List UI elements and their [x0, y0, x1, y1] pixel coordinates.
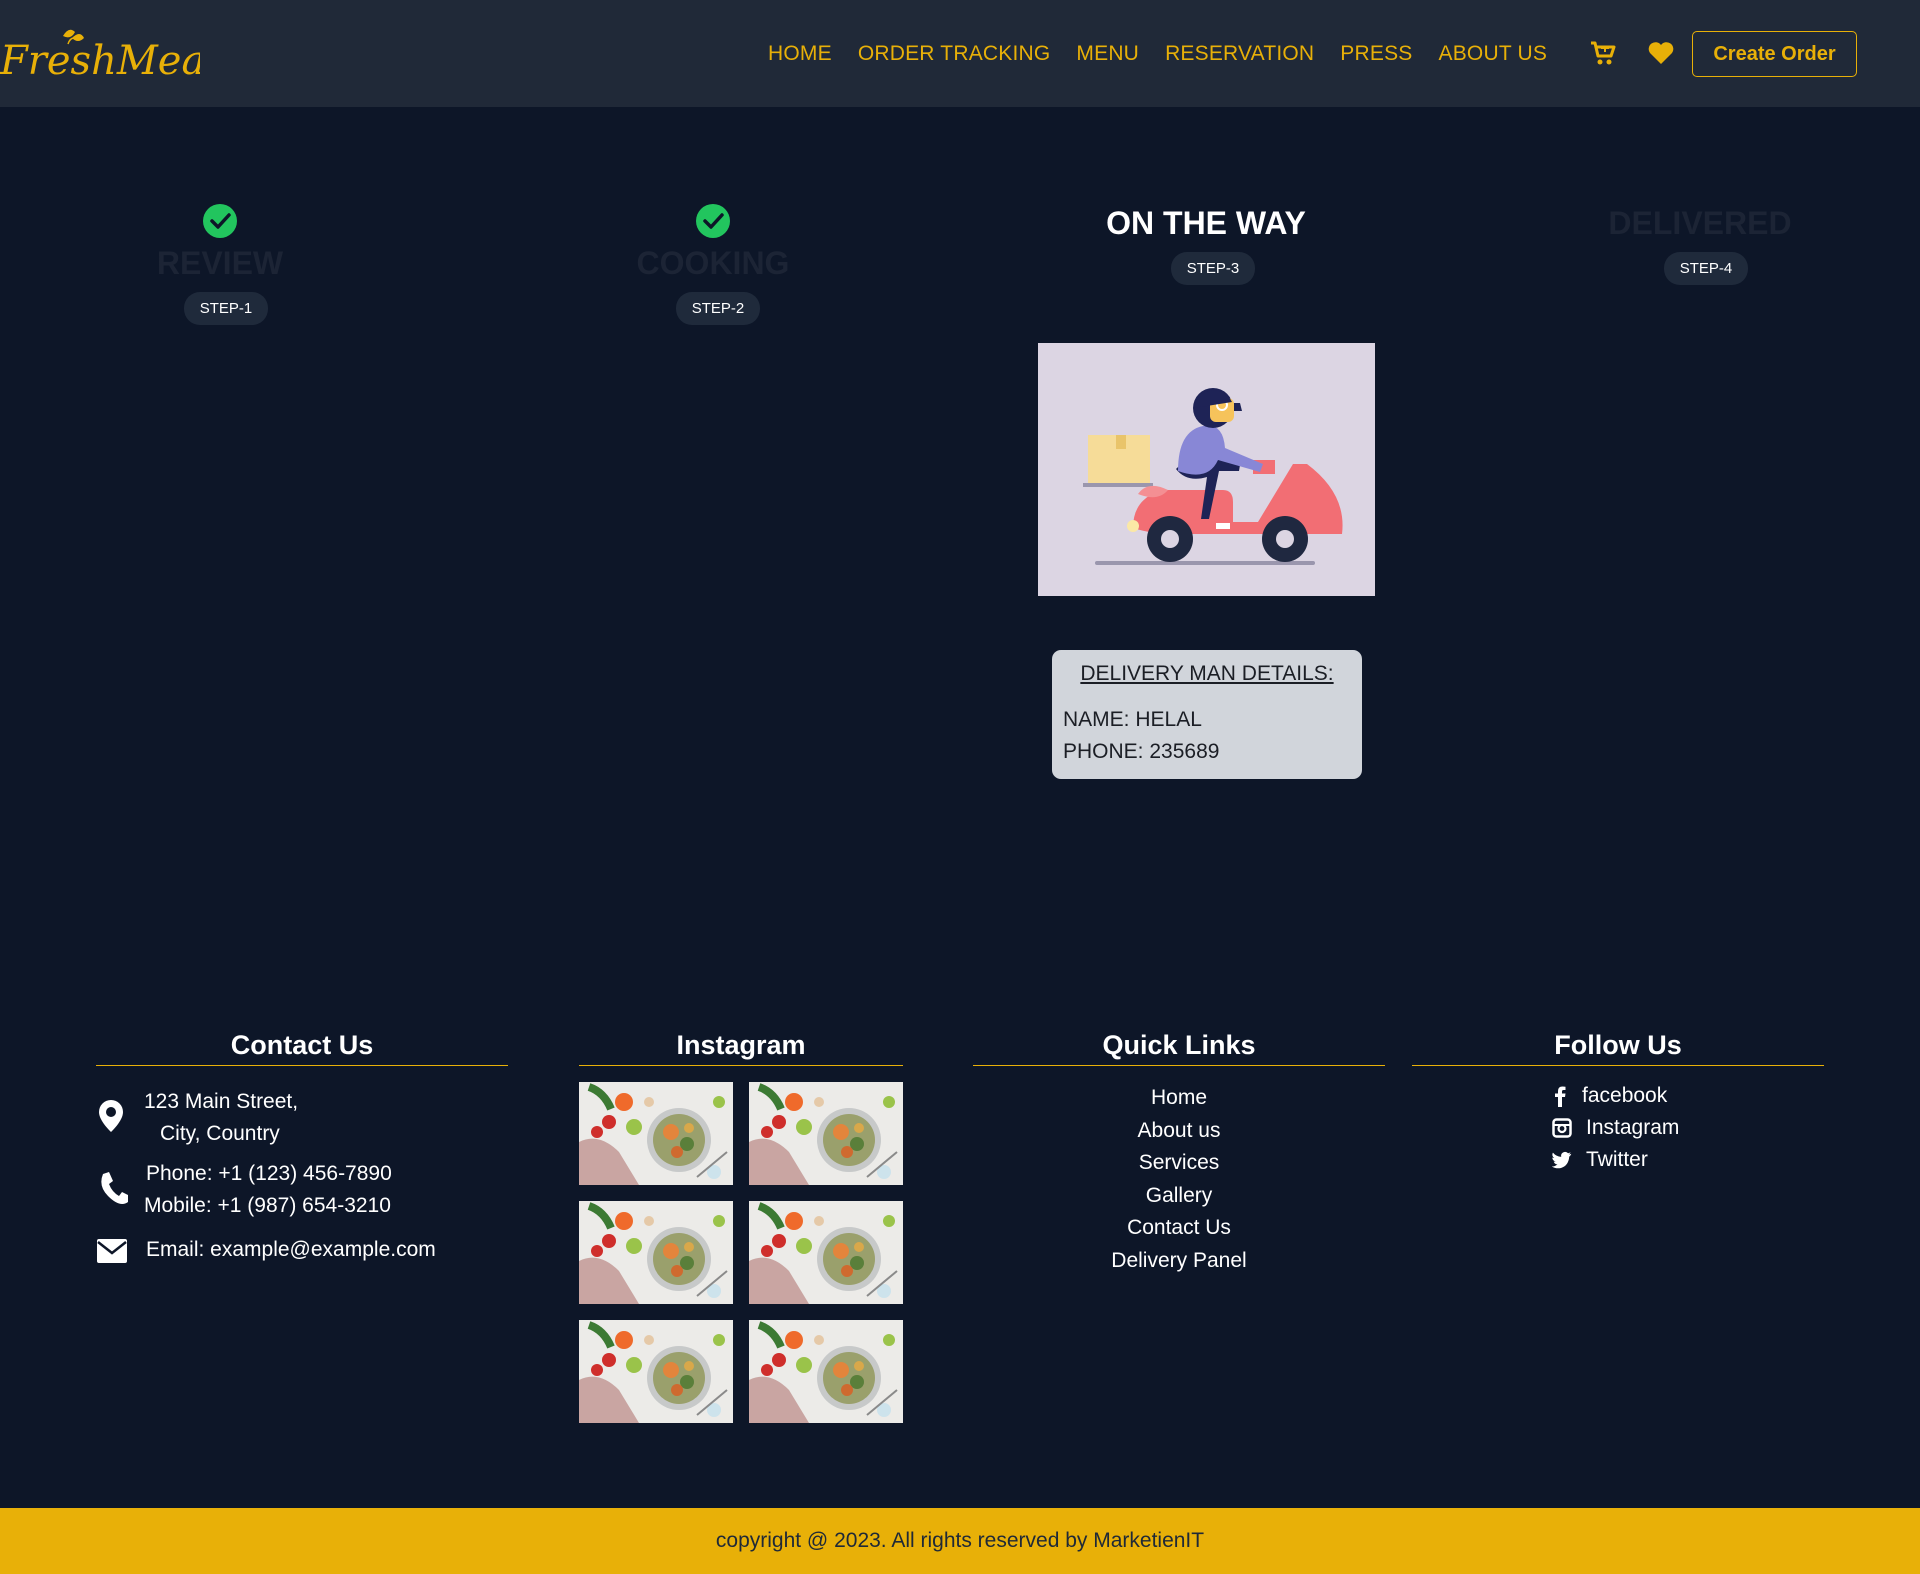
- copyright-bar: copyright @ 2023. All rights reserved by…: [0, 1508, 1920, 1574]
- contact-address: 123 Main Street, City, Country: [96, 1086, 298, 1150]
- delivery-man-name: NAME: HELAL: [1063, 708, 1202, 731]
- check-circle-icon: [203, 204, 237, 238]
- instagram-photo[interactable]: [749, 1201, 903, 1304]
- follow-twitter[interactable]: Twitter: [1552, 1148, 1648, 1172]
- instagram-photo[interactable]: [579, 1320, 733, 1423]
- main-nav: HOME ORDER TRACKING MENU RESERVATION PRE…: [768, 0, 1547, 107]
- instagram-photo[interactable]: [579, 1082, 733, 1185]
- step-title: DELIVERED: [1608, 205, 1792, 241]
- facebook-label: facebook: [1582, 1084, 1668, 1107]
- twitter-label: Twitter: [1586, 1148, 1648, 1171]
- delivery-man-details: DELIVERY MAN DETAILS: NAME: HELAL PHONE:…: [1052, 650, 1362, 779]
- step-title: COOKING: [636, 245, 790, 281]
- delivery-man-phone: PHONE: 235689: [1063, 740, 1220, 763]
- instagram-heading: Instagram: [579, 1030, 903, 1066]
- facebook-icon: [1555, 1086, 1566, 1107]
- svg-text:FreshMeal: FreshMeal: [0, 38, 200, 84]
- twitter-icon: [1552, 1151, 1572, 1169]
- quick-link-contact-us[interactable]: Contact Us: [973, 1212, 1385, 1245]
- step-badge: STEP-2: [675, 292, 761, 325]
- footer-contact: Contact Us: [96, 1030, 508, 1066]
- quick-link-home[interactable]: Home: [973, 1082, 1385, 1115]
- nav-menu[interactable]: MENU: [1076, 42, 1139, 66]
- quick-link-delivery-panel[interactable]: Delivery Panel: [973, 1245, 1385, 1278]
- step-badge: STEP-3: [1170, 252, 1256, 285]
- step-badge: STEP-4: [1663, 252, 1749, 285]
- instagram-photo[interactable]: [749, 1320, 903, 1423]
- nav-home[interactable]: HOME: [768, 42, 832, 66]
- contact-phone: Phone: +1 (123) 456-7890: [146, 1162, 392, 1185]
- delivery-scooter-illustration: [1038, 343, 1375, 596]
- address-line1: 123 Main Street,: [144, 1090, 299, 1113]
- nav-press[interactable]: PRESS: [1340, 42, 1412, 66]
- email-text: Email: example@example.com: [146, 1238, 436, 1261]
- freshmeal-logo[interactable]: FreshMeal: [0, 24, 200, 84]
- contact-heading: Contact Us: [96, 1030, 508, 1066]
- nav-about-us[interactable]: ABOUT US: [1439, 42, 1548, 66]
- nav-order-tracking[interactable]: ORDER TRACKING: [858, 42, 1051, 66]
- instagram-photo[interactable]: [749, 1082, 903, 1185]
- quick-link-about-us[interactable]: About us: [973, 1115, 1385, 1148]
- cart-icon[interactable]: [1588, 38, 1618, 68]
- instagram-label: Instagram: [1586, 1116, 1680, 1139]
- instagram-icon: [1552, 1118, 1572, 1138]
- footer-follow-us: Follow Us: [1412, 1030, 1824, 1066]
- address-line2: City, Country: [160, 1122, 280, 1145]
- heart-icon[interactable]: [1646, 38, 1676, 68]
- contact-phones: Phone: +1 (123) 456-7890 Mobile: +1 (987…: [96, 1158, 392, 1222]
- map-pin-icon: [99, 1100, 123, 1132]
- quick-link-gallery[interactable]: Gallery: [973, 1180, 1385, 1213]
- step-title: ON THE WAY: [1106, 205, 1306, 241]
- phone-icon: [101, 1172, 128, 1204]
- step-on-the-way: ON THE WAY STEP-3: [1096, 205, 1316, 285]
- step-cooking: COOKING STEP-2: [633, 203, 793, 325]
- quick-links-heading: Quick Links: [973, 1030, 1385, 1066]
- check-circle-icon: [696, 204, 730, 238]
- footer-instagram: Instagram: [579, 1030, 903, 1066]
- site-header: FreshMeal HOME ORDER TRACKING MENU RESER…: [0, 0, 1920, 107]
- nav-reservation[interactable]: RESERVATION: [1165, 42, 1314, 66]
- delivery-details-heading: DELIVERY MAN DETAILS:: [1080, 662, 1334, 685]
- follow-facebook[interactable]: facebook: [1552, 1084, 1667, 1108]
- step-review: REVIEW STEP-1: [150, 203, 290, 325]
- step-title: REVIEW: [156, 245, 284, 281]
- contact-email: Email: example@example.com: [96, 1234, 436, 1266]
- copyright-text: copyright @ 2023. All rights reserved by…: [715, 1529, 1205, 1552]
- envelope-icon: [97, 1239, 127, 1263]
- footer-quick-links: Quick Links Home About us Services Galle…: [973, 1030, 1385, 1277]
- step-badge: STEP-1: [183, 292, 269, 325]
- contact-mobile: Mobile: +1 (987) 654-3210: [144, 1194, 391, 1217]
- follow-us-heading: Follow Us: [1412, 1030, 1824, 1066]
- instagram-photo[interactable]: [579, 1201, 733, 1304]
- create-order-button[interactable]: Create Order: [1692, 31, 1857, 77]
- quick-link-services[interactable]: Services: [973, 1147, 1385, 1180]
- follow-instagram[interactable]: Instagram: [1552, 1116, 1679, 1140]
- step-delivered: DELIVERED STEP-4: [1605, 205, 1795, 285]
